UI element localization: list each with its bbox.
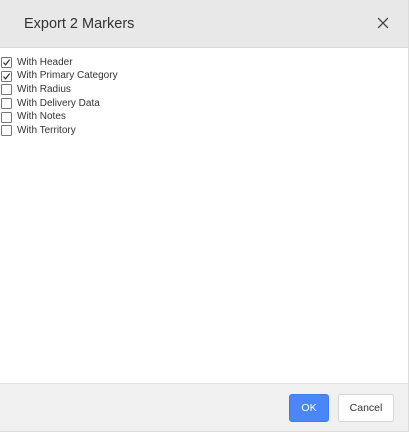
option-label: With Delivery Data bbox=[17, 97, 100, 109]
cancel-button[interactable]: Cancel bbox=[338, 394, 394, 422]
with-header-checkbox[interactable] bbox=[1, 57, 12, 69]
export-markers-dialog: Export 2 Markers With Header With Primar… bbox=[0, 0, 409, 432]
close-icon bbox=[377, 17, 389, 29]
checkmark-icon bbox=[3, 59, 11, 67]
ok-button[interactable]: OK bbox=[289, 394, 329, 422]
option-label: With Radius bbox=[17, 83, 71, 95]
option-label: With Header bbox=[17, 56, 73, 68]
dialog-title: Export 2 Markers bbox=[24, 16, 135, 32]
dialog-header: Export 2 Markers bbox=[0, 0, 408, 48]
with-territory-checkbox[interactable] bbox=[1, 125, 12, 137]
option-label: With Territory bbox=[17, 124, 76, 136]
export-options-list: With Header With Primary Category With R… bbox=[0, 56, 118, 138]
option-with-radius[interactable]: With Radius bbox=[0, 83, 118, 97]
checkmark-icon bbox=[3, 73, 11, 80]
with-delivery-data-checkbox[interactable] bbox=[1, 98, 12, 110]
option-with-primary-category[interactable]: With Primary Category bbox=[0, 70, 118, 84]
option-label: With Primary Category bbox=[17, 70, 118, 82]
option-with-delivery-data[interactable]: With Delivery Data bbox=[0, 97, 118, 111]
with-notes-checkbox[interactable] bbox=[1, 111, 12, 123]
option-with-header[interactable]: With Header bbox=[0, 56, 118, 70]
with-radius-checkbox[interactable] bbox=[1, 84, 12, 96]
option-label: With Notes bbox=[17, 111, 66, 123]
with-primary-category-checkbox[interactable] bbox=[1, 70, 12, 82]
dialog-body: With Header With Primary Category With R… bbox=[0, 48, 408, 383]
dialog-footer: OK Cancel bbox=[0, 383, 408, 431]
option-with-territory[interactable]: With Territory bbox=[0, 124, 118, 138]
option-with-notes[interactable]: With Notes bbox=[0, 110, 118, 124]
close-button[interactable] bbox=[373, 13, 393, 33]
